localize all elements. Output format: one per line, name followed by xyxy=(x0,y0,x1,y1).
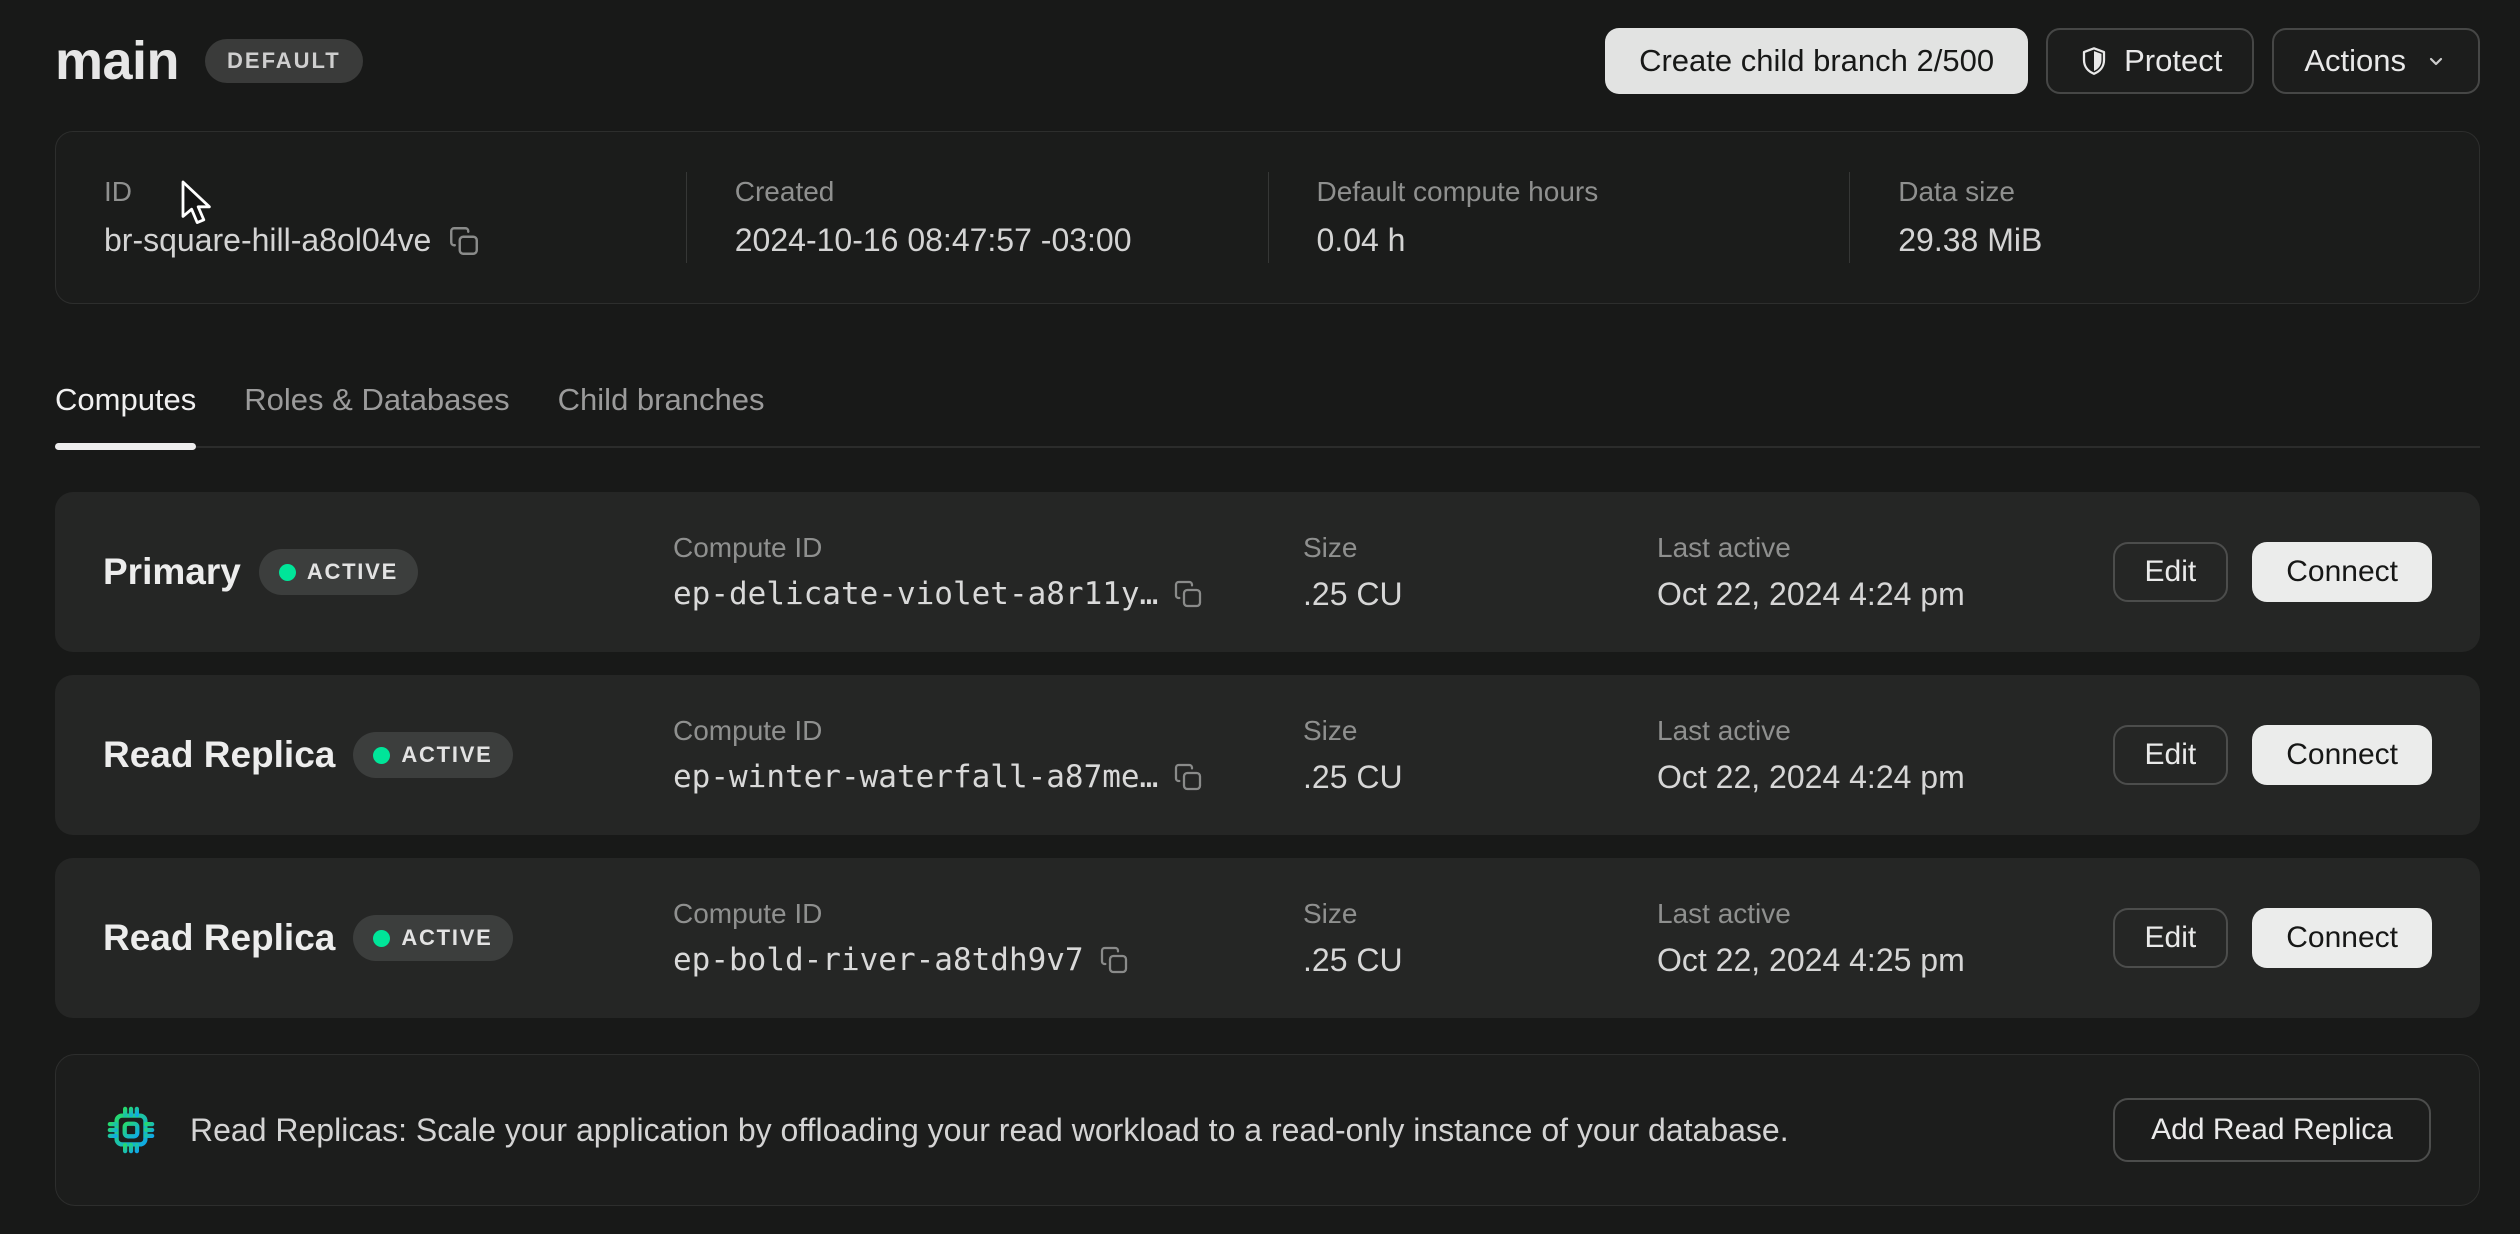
compute-name: Read Replica xyxy=(103,917,335,959)
status-badge: ACTIVE xyxy=(259,549,418,595)
connect-button[interactable]: Connect xyxy=(2252,725,2432,785)
size-label: Size xyxy=(1303,532,1657,564)
status-label: ACTIVE xyxy=(401,925,492,951)
protect-label: Protect xyxy=(2124,43,2222,79)
edit-button[interactable]: Edit xyxy=(2113,542,2229,602)
tab-child-branches[interactable]: Child branches xyxy=(558,382,765,446)
row-buttons: Edit Connect xyxy=(2113,725,2432,785)
compute-row: Read Replica ACTIVE Compute ID ep-winter… xyxy=(55,675,2480,835)
compute-name-group: Read Replica ACTIVE xyxy=(103,732,673,778)
branch-id-column: ID br-square-hill-a8ol04ve xyxy=(104,172,686,263)
data-size-column: Data size 29.38 MiB xyxy=(1849,172,2431,263)
read-replica-note-card: Read Replicas: Scale your application by… xyxy=(55,1054,2480,1206)
active-dot-icon xyxy=(279,564,296,581)
compute-id-column: Compute ID ep-bold-river-a8tdh9v7 xyxy=(673,898,1303,978)
shield-icon xyxy=(2078,45,2110,77)
size-column: Size .25 CU xyxy=(1303,898,1657,979)
branch-info-card: ID br-square-hill-a8ol04ve Created 2024-… xyxy=(55,131,2480,304)
tab-bar: Computes Roles & Databases Child branche… xyxy=(55,382,2480,448)
compute-row: Primary ACTIVE Compute ID ep-delicate-vi… xyxy=(55,492,2480,652)
size-column: Size .25 CU xyxy=(1303,532,1657,613)
size-value: .25 CU xyxy=(1303,759,1657,796)
compute-name: Primary xyxy=(103,551,241,593)
connect-button[interactable]: Connect xyxy=(2252,542,2432,602)
chevron-down-icon xyxy=(2424,49,2448,73)
connect-button[interactable]: Connect xyxy=(2252,908,2432,968)
compute-id-label: Compute ID xyxy=(673,715,1303,747)
add-read-replica-button[interactable]: Add Read Replica xyxy=(2113,1098,2431,1162)
size-value: .25 CU xyxy=(1303,942,1657,979)
compute-id-value: ep-bold-river-a8tdh9v7 xyxy=(673,942,1084,978)
compute-id-value: ep-winter-waterfall-a87me… xyxy=(673,759,1158,795)
size-label: Size xyxy=(1303,898,1657,930)
branch-page: main DEFAULT Create child branch 2/500 P… xyxy=(0,0,2520,1206)
compute-id-label: Compute ID xyxy=(673,532,1303,564)
last-active-column: Last active Oct 22, 2024 4:24 pm xyxy=(1657,532,2113,613)
created-label: Created xyxy=(735,176,1268,208)
copy-icon[interactable] xyxy=(1098,944,1130,976)
data-size-label: Data size xyxy=(1898,176,2431,208)
branch-title-group: main DEFAULT xyxy=(55,30,363,92)
protect-button[interactable]: Protect xyxy=(2046,28,2254,94)
compute-id-label: Compute ID xyxy=(673,898,1303,930)
status-label: ACTIVE xyxy=(307,559,398,585)
actions-label: Actions xyxy=(2304,43,2406,79)
active-dot-icon xyxy=(373,747,390,764)
read-replica-note-text: Read Replicas: Scale your application by… xyxy=(190,1112,1789,1149)
last-active-value: Oct 22, 2024 4:25 pm xyxy=(1657,942,2113,979)
id-label: ID xyxy=(104,176,686,208)
branch-id-value: br-square-hill-a8ol04ve xyxy=(104,222,431,259)
create-child-branch-button[interactable]: Create child branch 2/500 xyxy=(1605,28,2028,94)
status-label: ACTIVE xyxy=(401,742,492,768)
last-active-label: Last active xyxy=(1657,898,2113,930)
compute-name-group: Primary ACTIVE xyxy=(103,549,673,595)
active-dot-icon xyxy=(373,930,390,947)
last-active-value: Oct 22, 2024 4:24 pm xyxy=(1657,576,2113,613)
status-badge: ACTIVE xyxy=(353,732,512,778)
actions-button[interactable]: Actions xyxy=(2272,28,2480,94)
tab-roles-databases[interactable]: Roles & Databases xyxy=(244,382,509,446)
status-badge: ACTIVE xyxy=(353,915,512,961)
edit-button[interactable]: Edit xyxy=(2113,908,2229,968)
compute-row: Read Replica ACTIVE Compute ID ep-bold-r… xyxy=(55,858,2480,1018)
created-column: Created 2024-10-16 08:47:57 -03:00 xyxy=(686,172,1268,263)
compute-id-column: Compute ID ep-winter-waterfall-a87me… xyxy=(673,715,1303,795)
last-active-value: Oct 22, 2024 4:24 pm xyxy=(1657,759,2113,796)
compute-id-value: ep-delicate-violet-a8r11y… xyxy=(673,576,1158,612)
compute-hours-column: Default compute hours 0.04 h xyxy=(1268,172,1850,263)
size-value: .25 CU xyxy=(1303,576,1657,613)
page-title: main xyxy=(55,30,179,92)
default-badge: DEFAULT xyxy=(205,39,363,83)
compute-rows: Primary ACTIVE Compute ID ep-delicate-vi… xyxy=(55,492,2480,1018)
edit-button[interactable]: Edit xyxy=(2113,725,2229,785)
compute-id-column: Compute ID ep-delicate-violet-a8r11y… xyxy=(673,532,1303,612)
compute-name-group: Read Replica ACTIVE xyxy=(103,915,673,961)
header-actions: Create child branch 2/500 Protect Action… xyxy=(1605,28,2480,94)
compute-hours-value: 0.04 h xyxy=(1317,222,1406,259)
row-buttons: Edit Connect xyxy=(2113,542,2432,602)
cpu-chip-icon xyxy=(104,1103,158,1157)
last-active-label: Last active xyxy=(1657,532,2113,564)
compute-hours-label: Default compute hours xyxy=(1317,176,1850,208)
last-active-column: Last active Oct 22, 2024 4:24 pm xyxy=(1657,715,2113,796)
copy-icon[interactable] xyxy=(1172,761,1204,793)
last-active-column: Last active Oct 22, 2024 4:25 pm xyxy=(1657,898,2113,979)
size-label: Size xyxy=(1303,715,1657,747)
copy-icon[interactable] xyxy=(1172,578,1204,610)
tab-computes[interactable]: Computes xyxy=(55,382,196,446)
row-buttons: Edit Connect xyxy=(2113,908,2432,968)
last-active-label: Last active xyxy=(1657,715,2113,747)
page-header: main DEFAULT Create child branch 2/500 P… xyxy=(55,0,2480,94)
size-column: Size .25 CU xyxy=(1303,715,1657,796)
copy-icon[interactable] xyxy=(447,224,481,258)
created-value: 2024-10-16 08:47:57 -03:00 xyxy=(735,222,1132,259)
compute-name: Read Replica xyxy=(103,734,335,776)
data-size-value: 29.38 MiB xyxy=(1898,222,2042,259)
